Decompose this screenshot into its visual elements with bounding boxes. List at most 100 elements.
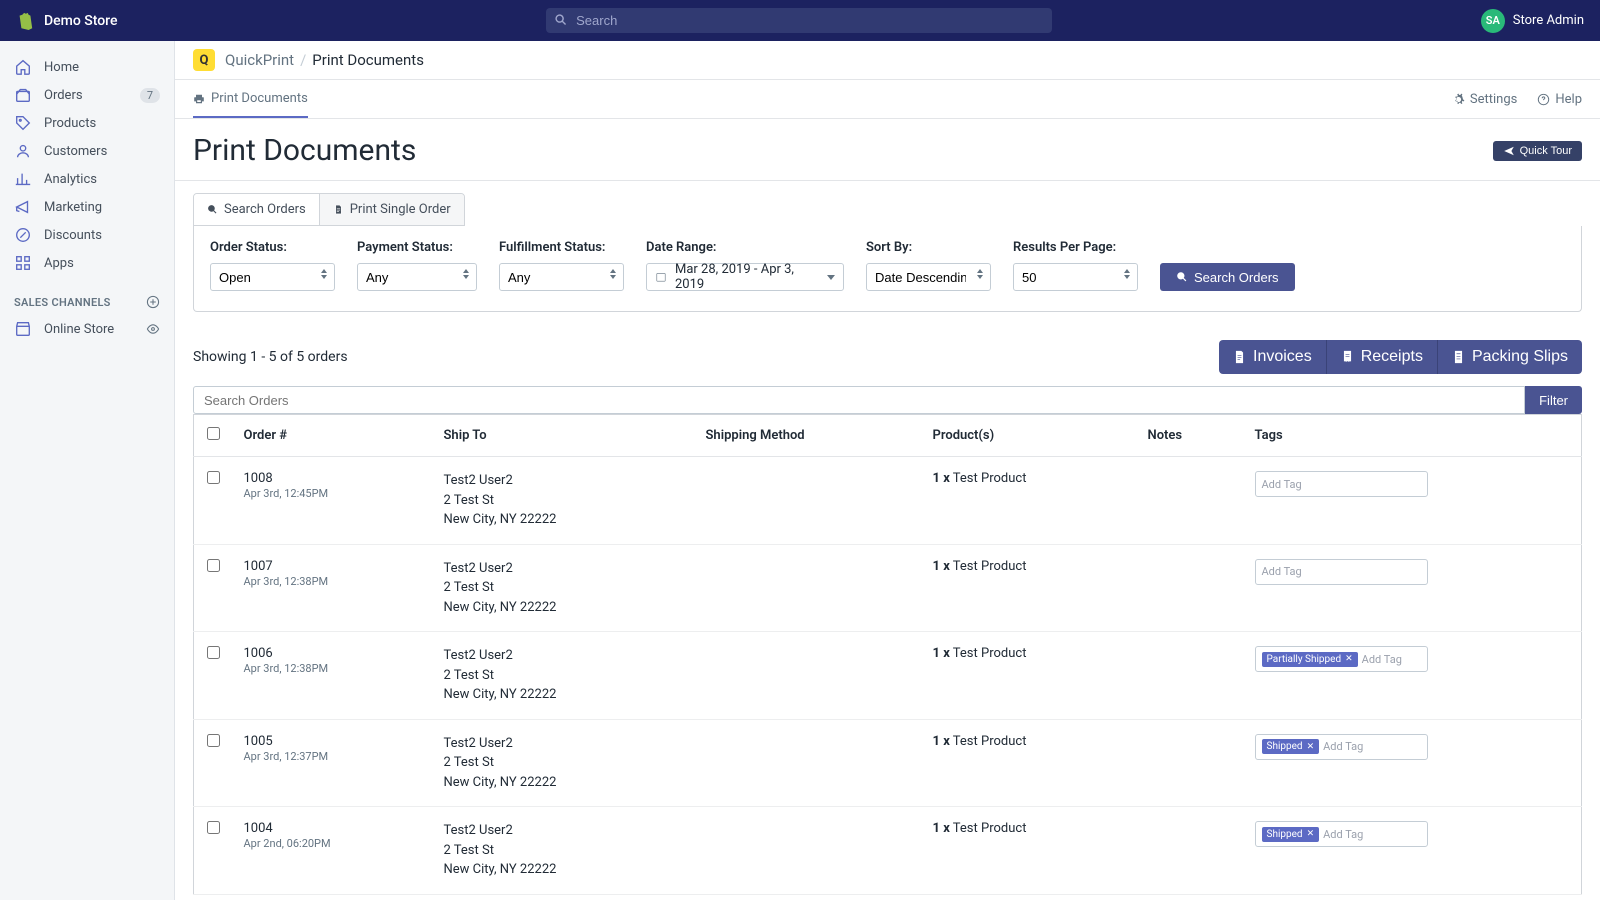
order-status-select[interactable]: Open bbox=[210, 263, 335, 291]
tag-input-box[interactable]: Add Tag bbox=[1255, 471, 1428, 497]
settings-link[interactable]: Settings bbox=[1452, 92, 1517, 107]
add-tag-placeholder: Add Tag bbox=[1262, 565, 1302, 578]
table-row: 1008Apr 3rd, 12:45PM Test2 User22 Test S… bbox=[194, 457, 1582, 545]
tag-input-box[interactable]: Shipped✕Add Tag bbox=[1255, 821, 1428, 847]
sort-by-select[interactable]: Date Descending bbox=[866, 263, 991, 291]
select-all-checkbox[interactable] bbox=[207, 427, 220, 440]
tag-input-box[interactable]: Partially Shipped✕Add Tag bbox=[1255, 646, 1428, 672]
payment-status-select[interactable]: Any bbox=[357, 263, 477, 291]
remove-tag-icon[interactable]: ✕ bbox=[1345, 654, 1353, 664]
breadcrumb-separator: / bbox=[300, 51, 306, 69]
view-store-icon[interactable] bbox=[146, 322, 160, 336]
notes-cell bbox=[1138, 807, 1245, 895]
sidebar-item-products[interactable]: Products bbox=[0, 109, 174, 137]
receipts-button[interactable]: Receipts bbox=[1327, 340, 1438, 374]
sidebar: Home Orders 7 Products Customers Analyti… bbox=[0, 41, 175, 900]
search-icon bbox=[207, 204, 218, 215]
help-icon bbox=[1537, 93, 1550, 106]
filter-label-results-per-page: Results Per Page: bbox=[1013, 240, 1138, 255]
help-link[interactable]: Help bbox=[1537, 92, 1582, 107]
order-number[interactable]: 1007 bbox=[244, 559, 424, 574]
th-order: Order # bbox=[234, 415, 434, 457]
invoices-button[interactable]: Invoices bbox=[1219, 340, 1327, 374]
results-header: Showing 1 - 5 of 5 orders Invoices Recei… bbox=[193, 340, 1582, 374]
filter-label-date-range: Date Range: bbox=[646, 240, 844, 255]
ship-to-cell: Test2 User22 Test StNew City, NY 22222 bbox=[434, 632, 696, 720]
filter-panel: Order Status: Open Payment Status: Any F… bbox=[193, 226, 1582, 312]
order-number[interactable]: 1004 bbox=[244, 821, 424, 836]
shopify-logo-icon bbox=[16, 12, 34, 30]
shipping-method-cell bbox=[696, 632, 923, 720]
sidebar-item-analytics[interactable]: Analytics bbox=[0, 165, 174, 193]
row-checkbox[interactable] bbox=[207, 821, 220, 834]
filter-label-fulfillment-status: Fulfillment Status: bbox=[499, 240, 624, 255]
gear-icon bbox=[1452, 93, 1465, 106]
quick-tour-button[interactable]: Quick Tour bbox=[1493, 141, 1582, 161]
search-orders-button[interactable]: Search Orders bbox=[1160, 263, 1295, 291]
sidebar-item-apps[interactable]: Apps bbox=[0, 249, 174, 277]
analytics-icon bbox=[14, 170, 32, 188]
results-per-page-select[interactable]: 50 bbox=[1013, 263, 1138, 291]
sidebar-item-discounts[interactable]: Discounts bbox=[0, 221, 174, 249]
ship-to-cell: Test2 User22 Test StNew City, NY 22222 bbox=[434, 457, 696, 545]
search-icon bbox=[554, 13, 568, 27]
sidebar-item-online-store[interactable]: Online Store bbox=[0, 315, 174, 343]
orders-badge: 7 bbox=[140, 88, 160, 103]
home-icon bbox=[14, 58, 32, 76]
global-search-input[interactable] bbox=[546, 8, 1052, 33]
date-range-picker[interactable]: Mar 28, 2019 - Apr 3, 2019 bbox=[646, 263, 844, 291]
tags-cell: Add Tag bbox=[1245, 457, 1582, 545]
sidebar-label: Orders bbox=[44, 88, 83, 103]
notes-cell bbox=[1138, 457, 1245, 545]
sidebar-label: Apps bbox=[44, 256, 74, 271]
search-icon bbox=[1176, 271, 1188, 283]
products-cell: 1 x Test Product bbox=[923, 807, 1138, 895]
order-number[interactable]: 1008 bbox=[244, 471, 424, 486]
add-tag-placeholder: Add Tag bbox=[1362, 653, 1402, 666]
packing-slips-button[interactable]: Packing Slips bbox=[1438, 340, 1582, 374]
table-row: 1006Apr 3rd, 12:38PM Test2 User22 Test S… bbox=[194, 632, 1582, 720]
row-checkbox[interactable] bbox=[207, 559, 220, 572]
sidebar-item-home[interactable]: Home bbox=[0, 53, 174, 81]
tag-chip: Shipped✕ bbox=[1262, 827, 1320, 842]
store-name[interactable]: Demo Store bbox=[44, 13, 118, 29]
subtab-search-orders[interactable]: Search Orders bbox=[194, 194, 320, 225]
shipping-method-cell bbox=[696, 807, 923, 895]
order-number[interactable]: 1005 bbox=[244, 734, 424, 749]
table-search-input[interactable] bbox=[193, 386, 1525, 414]
sidebar-item-customers[interactable]: Customers bbox=[0, 137, 174, 165]
sidebar-item-orders[interactable]: Orders 7 bbox=[0, 81, 174, 109]
sidebar-label: Analytics bbox=[44, 172, 97, 187]
orders-table: Order # Ship To Shipping Method Product(… bbox=[193, 414, 1582, 895]
remove-tag-icon[interactable]: ✕ bbox=[1307, 742, 1315, 752]
breadcrumb-current: Print Documents bbox=[312, 51, 424, 69]
subtab-print-single[interactable]: Print Single Order bbox=[320, 194, 464, 225]
add-channel-icon[interactable] bbox=[146, 295, 160, 309]
filter-label-order-status: Order Status: bbox=[210, 240, 335, 255]
filter-button[interactable]: Filter bbox=[1525, 386, 1582, 414]
row-checkbox[interactable] bbox=[207, 646, 220, 659]
fulfillment-status-select[interactable]: Any bbox=[499, 263, 624, 291]
sidebar-item-marketing[interactable]: Marketing bbox=[0, 193, 174, 221]
add-tag-placeholder: Add Tag bbox=[1323, 740, 1363, 753]
page-title: Print Documents bbox=[193, 133, 416, 168]
table-row: 1007Apr 3rd, 12:38PM Test2 User22 Test S… bbox=[194, 544, 1582, 632]
add-tag-placeholder: Add Tag bbox=[1323, 828, 1363, 841]
user-menu[interactable]: SA Store Admin bbox=[1481, 9, 1584, 33]
tag-chip: Shipped✕ bbox=[1262, 739, 1320, 754]
orders-icon bbox=[14, 86, 32, 104]
remove-tag-icon[interactable]: ✕ bbox=[1307, 829, 1315, 839]
discounts-icon bbox=[14, 226, 32, 244]
row-checkbox[interactable] bbox=[207, 471, 220, 484]
tag-input-box[interactable]: Add Tag bbox=[1255, 559, 1428, 585]
tag-input-box[interactable]: Shipped✕Add Tag bbox=[1255, 734, 1428, 760]
th-notes: Notes bbox=[1138, 415, 1245, 457]
tags-cell: Shipped✕Add Tag bbox=[1245, 719, 1582, 807]
sidebar-label: Customers bbox=[44, 144, 107, 159]
row-checkbox[interactable] bbox=[207, 734, 220, 747]
order-number[interactable]: 1006 bbox=[244, 646, 424, 661]
breadcrumb-app[interactable]: QuickPrint bbox=[225, 51, 294, 69]
global-search-wrap bbox=[546, 8, 1052, 33]
tab-print-documents[interactable]: Print Documents bbox=[193, 80, 308, 118]
order-date: Apr 3rd, 12:45PM bbox=[244, 487, 329, 500]
